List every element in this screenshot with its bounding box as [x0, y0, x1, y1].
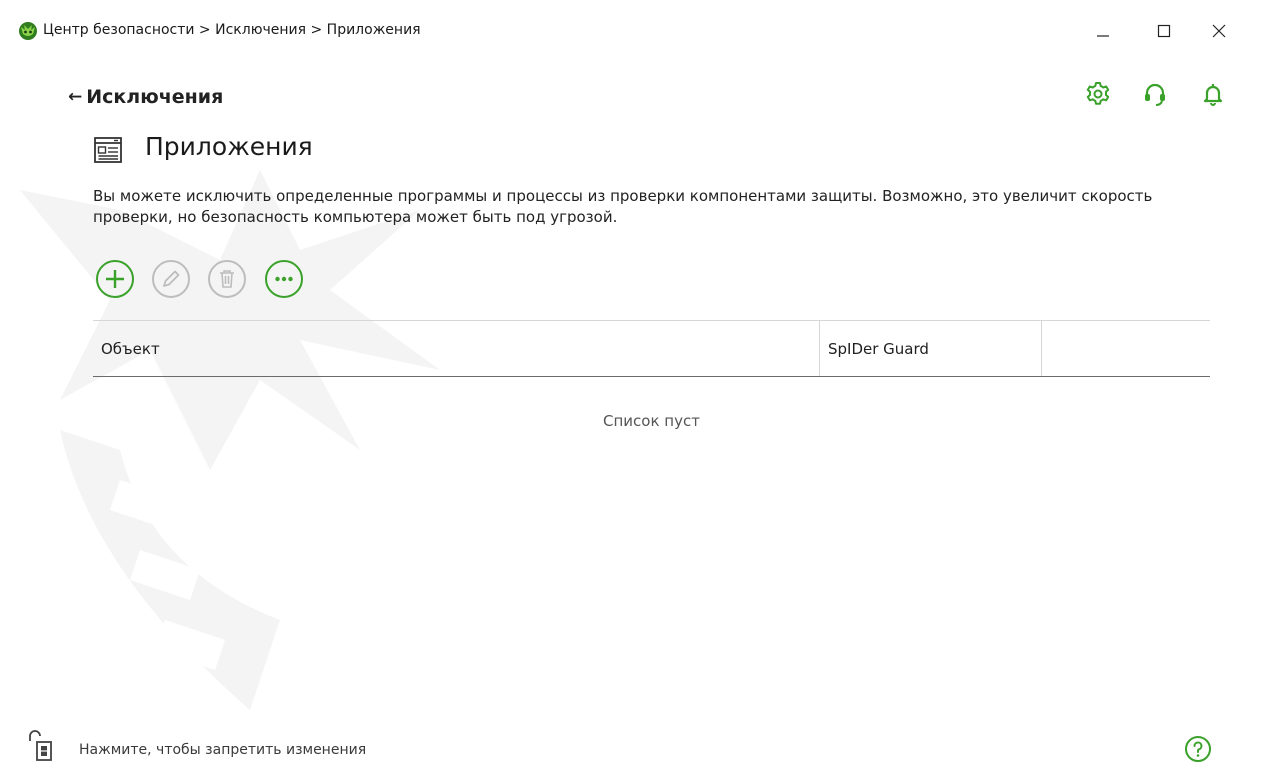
- back-arrow-icon: ←: [68, 87, 83, 107]
- ellipsis-icon: [265, 260, 303, 298]
- table-header: Объект SpIDer Guard: [93, 320, 1210, 377]
- delete-button[interactable]: [207, 259, 247, 299]
- lock-changes-text[interactable]: Нажмите, чтобы запретить изменения: [79, 742, 366, 758]
- notifications-button[interactable]: [1199, 80, 1227, 108]
- close-button[interactable]: [1201, 14, 1237, 48]
- trash-icon: [208, 260, 246, 298]
- minimize-icon: [1097, 35, 1109, 37]
- page-description: Вы можете исключить определенные програм…: [93, 187, 1153, 226]
- headset-support-icon: [1145, 83, 1165, 106]
- maximize-icon: [1157, 24, 1171, 38]
- gear-icon: [1086, 82, 1110, 105]
- bell-icon: [1203, 84, 1223, 106]
- more-button[interactable]: [264, 259, 304, 299]
- pencil-icon: [152, 260, 190, 298]
- column-header-object[interactable]: Объект: [93, 321, 820, 376]
- help-icon[interactable]: [1184, 735, 1212, 763]
- back-link-label: Исключения: [86, 86, 224, 108]
- drweb-logo-icon: [19, 22, 37, 40]
- page-title: Приложения: [145, 132, 313, 161]
- exclusions-table: Объект SpIDer Guard: [93, 320, 1210, 377]
- column-header-spider-guard[interactable]: SpIDer Guard: [820, 321, 1042, 376]
- minimize-button[interactable]: [1085, 14, 1121, 48]
- column-header-extra[interactable]: [1042, 321, 1210, 376]
- watermark-logo: [20, 170, 440, 710]
- settings-button[interactable]: [1084, 80, 1112, 108]
- unlocked-lock-icon[interactable]: [27, 727, 63, 763]
- back-link[interactable]: ← Исключения: [68, 86, 223, 108]
- plus-icon: [96, 260, 134, 298]
- support-button[interactable]: [1141, 80, 1169, 108]
- add-button[interactable]: [95, 259, 135, 299]
- title-bar: Центр безопасности > Исключения > Прилож…: [0, 0, 1269, 62]
- empty-list-message: Список пуст: [603, 412, 700, 430]
- close-icon: [1212, 24, 1226, 38]
- window-title: Центр безопасности > Исключения > Прилож…: [43, 22, 421, 38]
- edit-button[interactable]: [151, 259, 191, 299]
- maximize-button[interactable]: [1146, 14, 1182, 48]
- applications-window-icon: [94, 137, 122, 163]
